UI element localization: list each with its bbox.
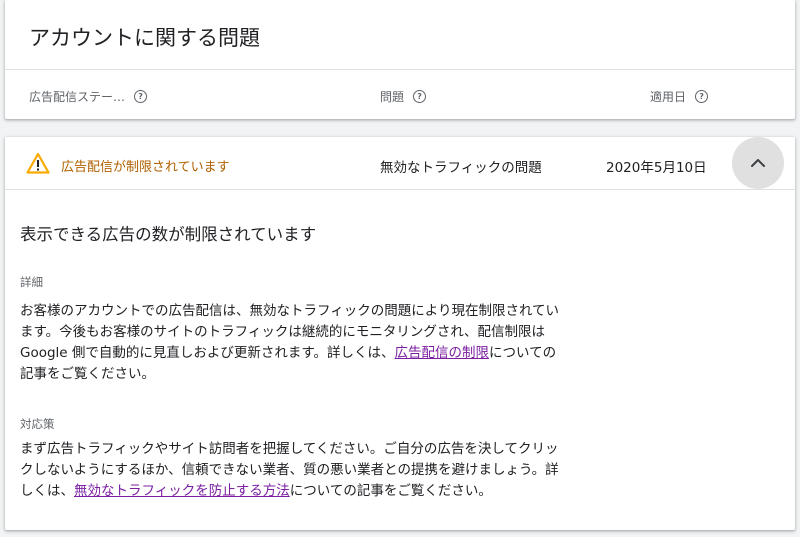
paragraph-line: 記事をご覧ください。 [20, 366, 155, 382]
column-label: 適用日 [650, 90, 687, 104]
card-title: アカウントに関する問題 [29, 26, 260, 50]
paragraph-line: まず広告トラフィックやサイト訪問者を把握してください。ご自分の広告を決してクリッ [20, 441, 559, 457]
ad-serving-limits-link[interactable]: 広告配信の制限 [395, 345, 490, 361]
prevent-invalid-traffic-link[interactable]: 無効なトラフィックを防止する方法 [74, 483, 290, 499]
divider [5, 69, 795, 70]
text-segment: についての [489, 345, 557, 361]
paragraph-line: Google 側で自動的に見直しおよび更新されます。詳しくは、広告配信の制限につ… [20, 343, 620, 364]
action-paragraph: まず広告トラフィックやサイト訪問者を把握してください。ご自分の広告を決してクリッ… [20, 439, 620, 502]
effective-date-text: 2020年5月10日 [606, 160, 707, 176]
column-header-issue: 問題 ? [380, 88, 427, 105]
divider [5, 189, 795, 190]
paragraph-line: クしないようにするほか、信頼できない業者、質の悪い業者との提携を避けましょう。詳 [20, 462, 559, 478]
help-icon[interactable]: ? [413, 90, 427, 103]
detail-label: 詳細 [20, 275, 43, 289]
chevron-up-icon [751, 159, 765, 167]
issue-row[interactable]: 広告配信が制限されています 無効なトラフィックの問題 2020年5月10日 [5, 137, 795, 189]
serving-status-text: 広告配信が制限されています [61, 160, 230, 175]
column-label: 問題 [380, 90, 405, 104]
detail-heading: 表示できる広告の数が制限されています [20, 225, 317, 244]
paragraph-line: ます。今後もお客様のサイトのトラフィックは継続的にモニタリングされ、配信制限は [20, 324, 546, 340]
detail-paragraph: お客様のアカウントでの広告配信は、無効なトラフィックの問題により現在制限されてい… [20, 301, 620, 385]
column-header-date: 適用日 ? [650, 88, 709, 105]
collapse-button[interactable] [732, 137, 784, 189]
help-icon[interactable]: ? [695, 90, 709, 103]
help-icon[interactable]: ? [134, 90, 148, 103]
account-issues-card: アカウントに関する問題 広告配信ステー… ? 問題 ? 適用日 ? [5, 0, 795, 119]
issue-text: 無効なトラフィックの問題 [380, 160, 542, 176]
action-label: 対応策 [20, 417, 55, 431]
warning-icon [26, 152, 50, 174]
text-segment: しくは、 [20, 483, 74, 499]
column-label: 広告配信ステー… [29, 90, 126, 104]
paragraph-line: しくは、無効なトラフィックを防止する方法についての記事をご覧ください。 [20, 481, 620, 502]
text-segment: についての記事をご覧ください。 [289, 483, 492, 499]
issue-card: 広告配信が制限されています 無効なトラフィックの問題 2020年5月10日 表示… [5, 137, 795, 530]
paragraph-line: お客様のアカウントでの広告配信は、無効なトラフィックの問題により現在制限されてい [20, 303, 560, 319]
column-header-serving-status: 広告配信ステー… ? [29, 88, 148, 105]
text-segment: Google 側で自動的に見直しおよび更新されます。詳しくは、 [20, 345, 395, 361]
